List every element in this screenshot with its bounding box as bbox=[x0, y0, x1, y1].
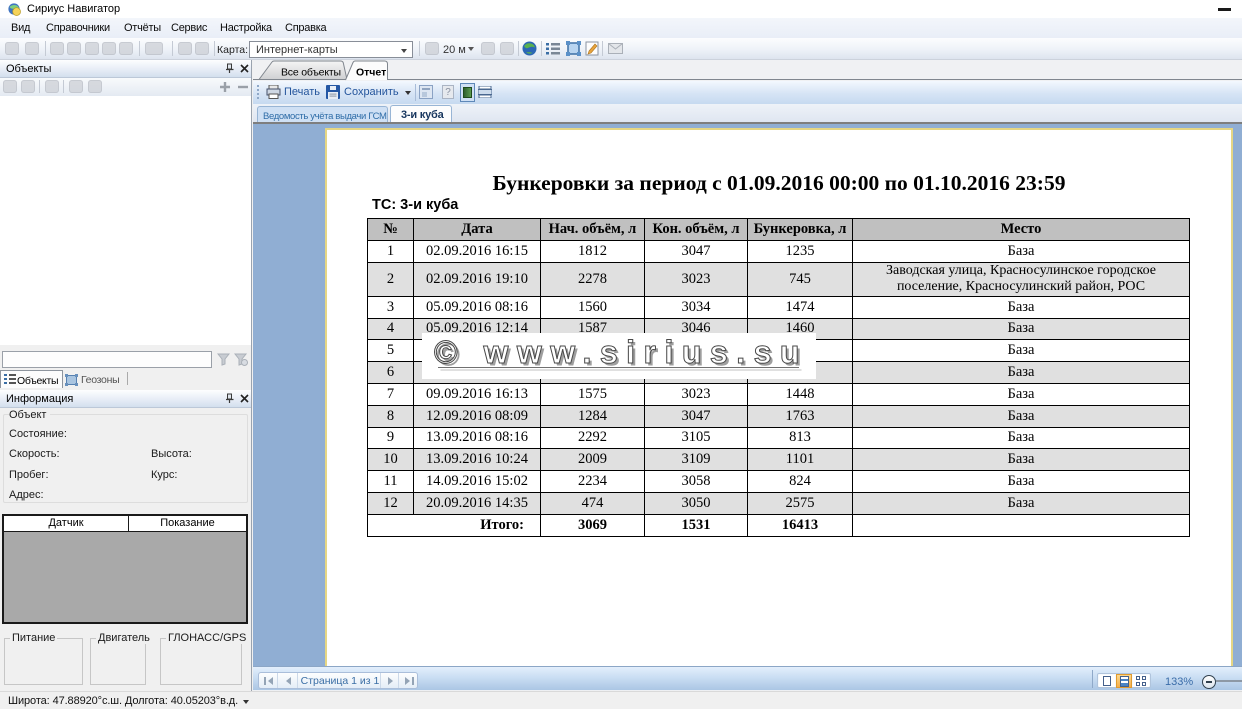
svg-text:Все объекты: Все объекты bbox=[281, 67, 341, 79]
svg-text:Отчет: Отчет bbox=[356, 67, 386, 79]
